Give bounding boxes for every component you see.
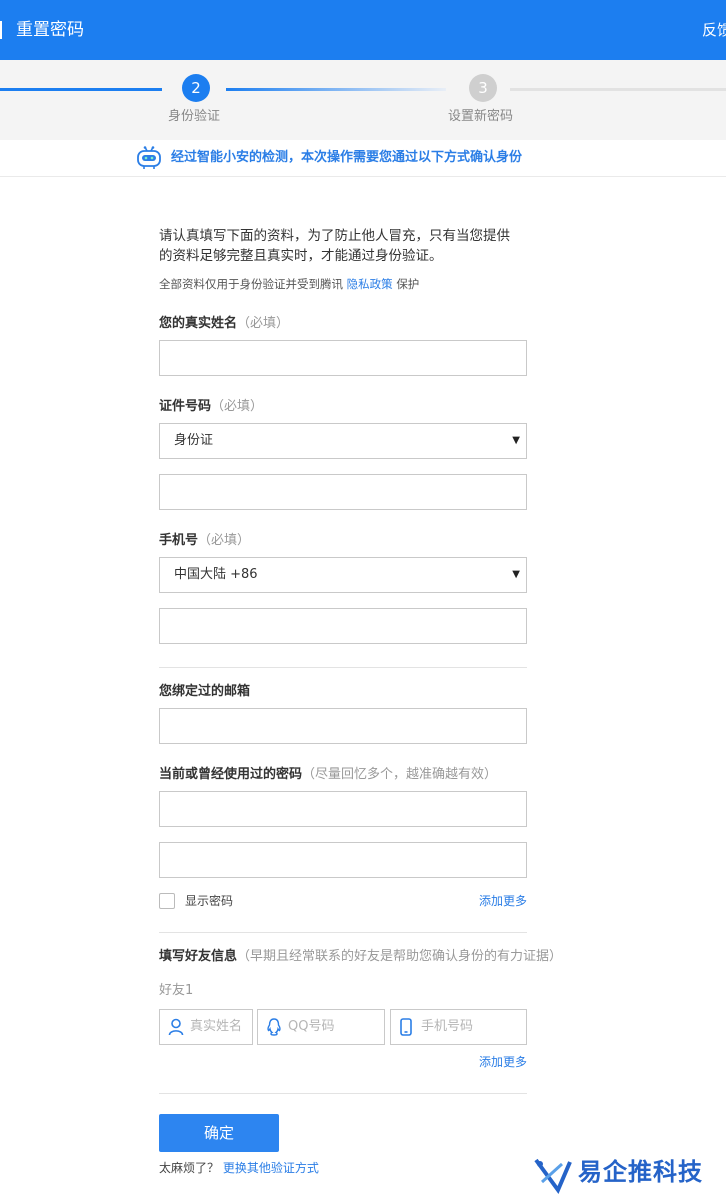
friend-name-placeholder: 真实姓名 [190, 1019, 243, 1034]
phone-label-text: 手机号 [159, 533, 199, 548]
id-label: 证件号码（必填） [159, 398, 263, 416]
step-3-circle: 3 [469, 74, 497, 102]
step-line-progress [226, 88, 446, 91]
friend-name-field[interactable]: 真实姓名 [159, 1009, 253, 1045]
phone-region-value: 中国大陆 +86 [174, 567, 258, 582]
page-title: 重置密码 [16, 20, 84, 40]
real-name-input[interactable] [160, 341, 526, 375]
password-label: 当前或曾经使用过的密码（尽量回忆多个，越准确越有效） [159, 766, 497, 784]
security-notice: 经过智能小安的检测，本次操作需要您通过以下方式确认身份 [0, 140, 726, 177]
privacy-suffix: 保护 [396, 277, 420, 291]
id-number-input[interactable] [160, 475, 526, 509]
id-required-hint: （必填） [211, 399, 264, 414]
friends-label: 填写好友信息（早期且经常联系的好友是帮助您确认身份的有力证据） [159, 948, 562, 966]
step-2-label: 身份验证 [168, 109, 221, 124]
robot-icon [137, 146, 161, 169]
user-icon [168, 1018, 184, 1036]
password-input-2[interactable] [160, 843, 526, 877]
email-input[interactable] [160, 709, 526, 743]
phone-number-field[interactable] [159, 608, 527, 644]
password-label-text: 当前或曾经使用过的密码 [159, 767, 303, 782]
friend-phone-field[interactable]: 手机号码 [390, 1009, 527, 1045]
top-bar: 重置密码 反馈 [0, 0, 726, 60]
other-verification: 太麻烦了？ 更换其他验证方式 [159, 1159, 319, 1177]
notice-text: 经过智能小安的检测，本次操作需要您通过以下方式确认身份 [171, 150, 523, 165]
real-name-field[interactable] [159, 340, 527, 376]
header-accent-mark [0, 21, 2, 39]
friend-phone-placeholder: 手机号码 [421, 1019, 474, 1034]
password-field-2[interactable] [159, 842, 527, 878]
watermark-text: 易企推科技 [578, 1158, 703, 1186]
watermark: 易企推科技 [532, 1152, 726, 1196]
step-indicator: 2 身份验证 3 设置新密码 [0, 60, 726, 140]
friends-label-text: 填写好友信息 [159, 949, 238, 964]
caret-down-icon: ▼ [512, 435, 520, 446]
friends-hint: （早期且经常联系的好友是帮助您确认身份的有力证据） [237, 949, 563, 964]
phone-number-input[interactable] [160, 609, 526, 643]
add-more-friends-link[interactable]: 添加更多 [479, 1053, 527, 1071]
friend-qq-field[interactable]: QQ号码 [257, 1009, 385, 1045]
add-more-password-link[interactable]: 添加更多 [479, 892, 527, 910]
section-divider [159, 932, 527, 933]
password-input-1[interactable] [160, 792, 526, 826]
step-2-circle: 2 [182, 74, 210, 102]
show-password-label[interactable]: 显示密码 [185, 892, 233, 910]
mobile-phone-icon [400, 1018, 412, 1036]
email-label: 您绑定过的邮箱 [159, 684, 251, 699]
id-type-value: 身份证 [174, 433, 214, 448]
step-line-completed [0, 88, 162, 91]
privacy-statement: 全部资料仅用于身份验证并受到腾讯 隐私政策 保护 [159, 275, 419, 293]
privacy-prefix: 全部资料仅用于身份验证并受到腾讯 [159, 277, 343, 291]
friend-1-title: 好友1 [159, 983, 194, 998]
id-label-text: 证件号码 [159, 399, 212, 414]
caret-down-icon: ▼ [512, 569, 520, 580]
other-prefix: 太麻烦了？ [159, 1161, 220, 1175]
confirm-button[interactable]: 确定 [159, 1114, 279, 1152]
intro-line-2: 的资料足够完整且真实时，才能通过身份验证。 [159, 248, 443, 264]
privacy-policy-link[interactable]: 隐私政策 [347, 277, 393, 291]
step-3-label: 设置新密码 [448, 109, 514, 124]
phone-required-hint: （必填） [198, 533, 251, 548]
name-label-text: 您的真实姓名 [159, 316, 238, 331]
show-password-checkbox[interactable] [159, 893, 175, 909]
section-divider [159, 1093, 527, 1094]
switch-verification-link[interactable]: 更换其他验证方式 [223, 1161, 319, 1175]
feedback-link[interactable]: 反馈 [702, 19, 726, 41]
intro-line-1: 请认真填写下面的资料，为了防止他人冒充，只有当您提供 [159, 228, 510, 244]
phone-label: 手机号（必填） [159, 532, 250, 550]
password-field-1[interactable] [159, 791, 527, 827]
password-hint: （尽量回忆多个，越准确越有效） [302, 767, 498, 782]
name-required-hint: （必填） [237, 316, 290, 331]
intro-text: 请认真填写下面的资料，为了防止他人冒充，只有当您提供 的资料足够完整且真实时，才… [159, 226, 539, 266]
step-line-pending [510, 88, 726, 91]
id-type-select[interactable]: 身份证 ▼ [159, 423, 527, 459]
email-field[interactable] [159, 708, 527, 744]
id-number-field[interactable] [159, 474, 527, 510]
wechat-logo-icon [534, 1158, 572, 1194]
section-divider [159, 667, 527, 668]
phone-region-select[interactable]: 中国大陆 +86 ▼ [159, 557, 527, 593]
qq-penguin-icon [267, 1018, 281, 1036]
friend-qq-placeholder: QQ号码 [288, 1019, 335, 1034]
name-label: 您的真实姓名（必填） [159, 315, 289, 333]
